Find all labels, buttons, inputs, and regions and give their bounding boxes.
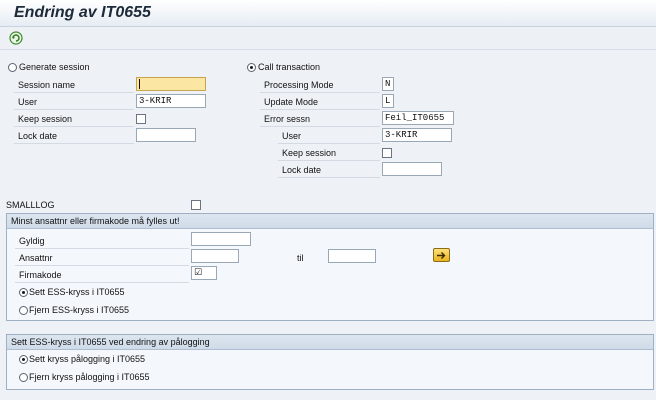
call-transaction-label: Call transaction	[258, 62, 321, 72]
update-mode-label: Update Mode	[264, 97, 319, 107]
keep-session-label: Keep session	[18, 114, 73, 124]
row-divider	[278, 143, 380, 144]
row-divider	[260, 126, 380, 127]
sett-ess-label: Sett ESS-kryss i IT0655	[29, 287, 125, 297]
row-divider	[14, 92, 134, 93]
ct-user-label: User	[282, 131, 302, 141]
selection-screen: Generate session Session name User 3-KRI…	[0, 50, 656, 400]
execute-icon[interactable]	[9, 31, 23, 45]
ct-user-field[interactable]: 3-KRIR	[382, 128, 452, 142]
ansattnr-field[interactable]	[191, 249, 239, 263]
error-sessn-label: Error sessn	[264, 114, 311, 124]
fjern-kryss-radio[interactable]	[19, 373, 28, 382]
row-divider	[260, 92, 380, 93]
ansattnr-label: Ansattnr	[19, 253, 53, 263]
application-toolbar	[0, 27, 656, 50]
ct-keep-session-label: Keep session	[282, 148, 337, 158]
ansattnr-to-field[interactable]	[328, 249, 376, 263]
multiple-selection-icon	[437, 252, 446, 259]
lock-date-field[interactable]	[136, 128, 196, 142]
row-divider	[15, 265, 189, 266]
error-sessn-field[interactable]: Feil_IT0655	[382, 111, 454, 125]
firmakode-field[interactable]: ☑	[191, 266, 217, 280]
page-title: Endring av IT0655	[14, 4, 151, 21]
section-title: Sett ESS-kryss i IT0655 ved endring av p…	[11, 337, 210, 347]
fjern-kryss-label: Fjern kryss pålogging i IT0655	[29, 372, 150, 382]
fjern-ess-radio[interactable]	[19, 306, 28, 315]
call-transaction-radio[interactable]	[247, 63, 256, 72]
sett-ess-radio[interactable]	[19, 288, 28, 297]
sett-kryss-radio[interactable]	[19, 355, 28, 364]
row-divider	[14, 109, 134, 110]
title-bar: Endring av IT0655	[0, 0, 656, 27]
keep-session-checkbox[interactable]	[136, 114, 146, 124]
selection-section: Minst ansattnr eller firmakode må fylles…	[6, 213, 654, 321]
ct-lock-date-field[interactable]	[382, 162, 442, 176]
row-divider	[15, 282, 189, 283]
session-name-field[interactable]	[136, 77, 206, 91]
gyldig-label: Gyldig	[19, 236, 45, 246]
row-divider	[278, 160, 380, 161]
login-section: Sett ESS-kryss i IT0655 ved endring av p…	[6, 334, 654, 390]
user-label: User	[18, 97, 38, 107]
row-divider	[260, 109, 380, 110]
ct-keep-session-checkbox[interactable]	[382, 148, 392, 158]
til-label: til	[297, 253, 304, 263]
multiple-selection-button[interactable]	[433, 248, 450, 262]
processing-mode-field[interactable]: N	[382, 77, 394, 91]
row-divider	[278, 177, 380, 178]
smalllog-label: SMALLLOG	[6, 200, 55, 210]
gyldig-field[interactable]	[191, 232, 251, 246]
sett-kryss-label: Sett kryss pålogging i IT0655	[29, 354, 146, 364]
processing-mode-label: Processing Mode	[264, 80, 334, 90]
text-cursor	[139, 78, 140, 89]
generate-session-radio[interactable]	[8, 63, 17, 72]
row-divider	[14, 126, 134, 127]
user-field[interactable]: 3-KRIR	[136, 94, 206, 108]
firmakode-label: Firmakode	[19, 270, 62, 280]
fjern-ess-label: Fjern ESS-kryss i IT0655	[29, 305, 130, 315]
generate-session-label: Generate session	[19, 62, 90, 72]
section-title: Minst ansattnr eller firmakode må fylles…	[11, 216, 180, 226]
smalllog-checkbox[interactable]	[191, 200, 201, 210]
row-divider	[15, 248, 189, 249]
row-divider	[14, 143, 134, 144]
section-header: Sett ESS-kryss i IT0655 ved endring av p…	[7, 335, 653, 350]
section-header: Minst ansattnr eller firmakode må fylles…	[7, 214, 653, 229]
lock-date-label: Lock date	[18, 131, 58, 141]
update-mode-field[interactable]: L	[382, 94, 394, 108]
session-name-label: Session name	[18, 80, 76, 90]
ct-lock-date-label: Lock date	[282, 165, 322, 175]
